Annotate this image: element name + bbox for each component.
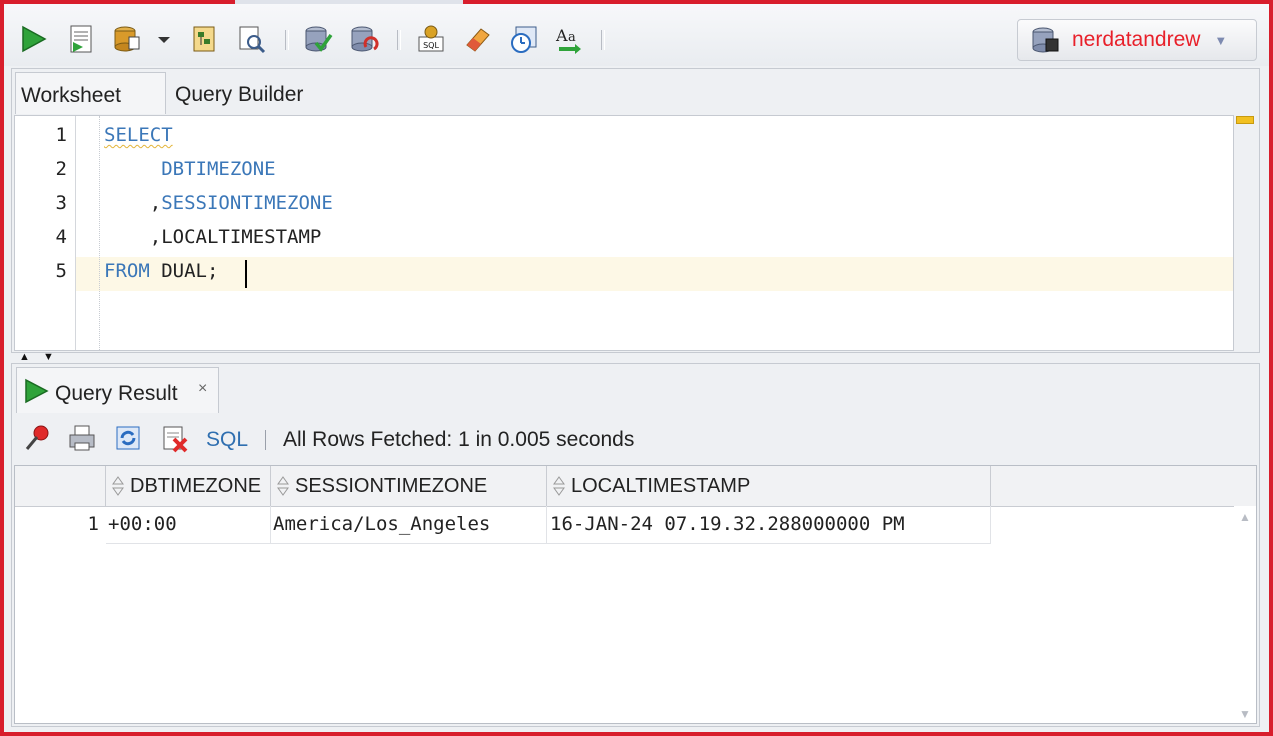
column-header-localtimestamp[interactable]: LOCALTIMESTAMP [547, 466, 991, 506]
sql-history-icon[interactable] [507, 21, 541, 57]
tab-worksheet-label: Worksheet [21, 84, 121, 107]
expand-up-icon[interactable]: ▲ [19, 351, 30, 363]
sort-icon [553, 476, 565, 496]
result-grid[interactable]: DBTIMEZONE SESSIONTIMEZONE LOCALTIMESTAM… [14, 465, 1257, 724]
database-icon[interactable] [110, 21, 144, 57]
expand-down-icon[interactable]: ▼ [43, 351, 54, 363]
line-number: 2 [55, 158, 67, 180]
code-token: SESSIONTIMEZONE [161, 192, 333, 214]
scroll-up-icon[interactable]: ▲ [1239, 510, 1251, 524]
table-cell[interactable]: America/Los_Angeles [271, 506, 547, 544]
autotrace-icon[interactable] [234, 21, 268, 57]
code-line: FROM DUAL; [104, 260, 218, 282]
explain-plan-icon[interactable] [187, 21, 221, 57]
code-line: SELECT [104, 124, 173, 146]
tab-query-builder[interactable]: Query Builder [175, 83, 303, 107]
database-connection-icon [1032, 27, 1059, 53]
line-number: 4 [55, 226, 67, 248]
sql-tuning-icon[interactable]: SQL [414, 21, 448, 57]
sql-editor[interactable]: 1 2 3 4 5 SELECT DBTIMEZONE ,SESSIONTIME… [14, 115, 1234, 351]
cancel-query-icon[interactable] [159, 422, 191, 454]
code-line: ,LOCALTIMESTAMP [104, 226, 322, 248]
code-token: DBTIMEZONE [161, 158, 276, 180]
connection-selector[interactable]: nerdatandrew ▼ [1017, 19, 1257, 61]
format-icon[interactable]: Aa [552, 21, 586, 57]
text-caret [245, 260, 247, 288]
code-token: ,LOCALTIMESTAMP [104, 226, 322, 248]
query-result-panel: Query Result × SQL All Rows Fetched: 1 i… [11, 363, 1260, 727]
chevron-down-icon[interactable] [154, 21, 174, 57]
row-number-header [15, 466, 106, 506]
toolbar-separator [265, 430, 266, 450]
sort-icon [112, 476, 124, 496]
worksheet-panel: Worksheet Query Builder 1 2 3 4 5 SELECT… [11, 68, 1260, 353]
svg-text:SQL: SQL [423, 41, 439, 50]
refresh-icon[interactable] [112, 422, 144, 454]
connection-name: nerdatandrew [1072, 28, 1201, 51]
svg-text:A: A [555, 26, 568, 45]
commit-icon[interactable] [301, 21, 335, 57]
fetch-status: All Rows Fetched: 1 in 0.005 seconds [283, 428, 635, 451]
column-header-label: DBTIMEZONE [130, 475, 262, 497]
result-scrollbar[interactable]: ▲ ▼ [1234, 506, 1256, 723]
panel-splitter[interactable]: ▲ ▼ [11, 351, 1260, 363]
column-header-label: LOCALTIMESTAMP [571, 475, 751, 497]
main-toolbar: SQL Aa nerdatandrew ▼ [4, 4, 1269, 66]
tab-query-result-label: Query Result [55, 382, 178, 405]
tab-query-result[interactable]: Query Result × [16, 367, 219, 413]
sql-button[interactable]: SQL [206, 428, 248, 452]
run-script-icon[interactable] [64, 21, 98, 57]
code-token: , [104, 192, 162, 214]
code-token: SELECT [104, 124, 173, 146]
chevron-down-icon: ▼ [1214, 32, 1228, 48]
column-header-dbtimezone[interactable]: DBTIMEZONE [106, 466, 271, 506]
warning-marker-icon[interactable] [1236, 116, 1254, 124]
scroll-down-icon[interactable]: ▼ [1239, 707, 1251, 721]
grid-header: DBTIMEZONE SESSIONTIMEZONE LOCALTIMESTAM… [15, 466, 1256, 507]
line-number: 5 [55, 260, 67, 282]
line-number: 1 [55, 124, 67, 146]
code-line: DBTIMEZONE [104, 158, 276, 180]
pin-icon[interactable] [22, 422, 54, 454]
close-icon[interactable]: × [198, 380, 207, 398]
editor-scrollbar[interactable] [1234, 115, 1258, 351]
table-cell[interactable]: 16-JAN-24 07.19.32.288000000 PM [547, 506, 991, 544]
sort-icon [277, 476, 289, 496]
row-number[interactable]: 1 [15, 506, 105, 544]
current-line-highlight [76, 257, 1233, 291]
result-toolbar: SQL All Rows Fetched: 1 in 0.005 seconds [14, 414, 1257, 462]
column-header-sessiontimezone[interactable]: SESSIONTIMEZONE [271, 466, 547, 506]
line-number: 3 [55, 192, 67, 214]
code-line: ,SESSIONTIMEZONE [104, 192, 333, 214]
eraser-icon[interactable] [460, 21, 494, 57]
print-icon[interactable] [66, 422, 98, 454]
column-header-label: SESSIONTIMEZONE [295, 475, 488, 497]
tab-worksheet[interactable]: Worksheet [15, 72, 166, 114]
line-number-gutter: 1 2 3 4 5 [15, 116, 76, 350]
run-statement-icon [25, 378, 49, 404]
rollback-icon[interactable] [347, 21, 381, 57]
run-statement-icon[interactable] [16, 21, 50, 57]
code-token: DUAL; [149, 260, 219, 282]
svg-text:a: a [568, 30, 576, 45]
table-cell[interactable]: +00:00 [106, 506, 271, 544]
code-token: FROM [104, 260, 150, 282]
